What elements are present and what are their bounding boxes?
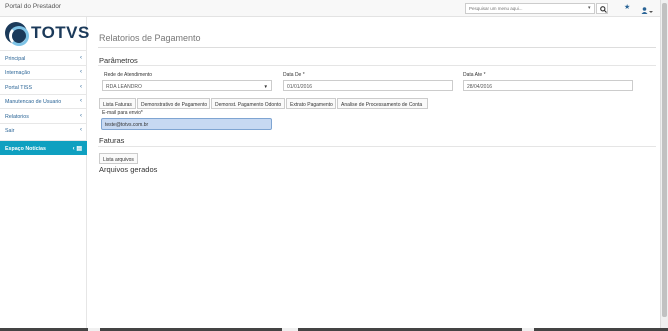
tab-lista-faturas[interactable]: Lista Faturas	[99, 98, 136, 109]
tab-demonstrativo-pagamento[interactable]: Demonstrativo de Pagamento	[137, 98, 210, 109]
faturas-heading: Faturas	[99, 136, 125, 145]
sidebar-menu: Principal ‹ Internação ‹ Portal TISS ‹ M…	[0, 50, 87, 155]
scrollbar[interactable]	[660, 0, 668, 328]
arquivos-heading: Arquivos gerados	[99, 165, 158, 174]
chevron-left-icon: ‹	[80, 112, 82, 119]
logo-text: TOTVS	[31, 23, 90, 42]
divider	[98, 47, 656, 48]
totvs-logo-icon	[5, 22, 29, 46]
chevron-down-icon: ▼	[263, 83, 268, 89]
params-heading: Parâmetros	[99, 56, 138, 65]
sidebar-item-principal[interactable]: Principal ‹	[0, 50, 87, 65]
sidebar-item-sair[interactable]: Sair ‹	[0, 122, 87, 138]
tab-analise-processamento[interactable]: Analise de Processamento de Conta	[337, 98, 428, 109]
chevron-left-icon: ‹	[80, 54, 82, 61]
search-button[interactable]	[596, 3, 608, 14]
sidebar-item-label: Espaço Notícias	[5, 145, 46, 152]
email-field[interactable]: teste@totvs.com.br	[101, 118, 272, 130]
app-title: Portal do Prestador	[5, 3, 62, 10]
chevron-down-icon[interactable]: ▾	[588, 5, 591, 11]
sidebar-item-manutencao-usuario[interactable]: Manutencao de Usuario ‹	[0, 93, 87, 109]
user-icon	[641, 7, 653, 14]
data-ate-field[interactable]: 28/04/2016	[463, 80, 633, 91]
sidebar-item-espaco-noticias[interactable]: Espaço Notícias ‹ ▤	[0, 140, 87, 155]
sidebar-item-label: Portal TISS	[5, 84, 32, 91]
star-icon[interactable]: ★	[624, 3, 630, 11]
top-bar: Portal do Prestador ▾ ★	[0, 0, 660, 17]
email-label: E-mail para envio*	[102, 110, 143, 116]
sidebar-item-label: Relatorios	[5, 113, 29, 120]
sidebar-item-relatorios[interactable]: Relatorios ‹	[0, 108, 87, 123]
lista-arquivos-button[interactable]: Lista arquivos	[99, 153, 138, 164]
data-de-label: Data De *	[283, 72, 305, 78]
user-menu-button[interactable]	[641, 3, 653, 14]
tab-extrato-pagamento[interactable]: Extrato Pagamento	[286, 98, 336, 109]
rede-label: Rede de Atendimento	[104, 72, 153, 78]
chevron-left-icon: ‹	[80, 83, 82, 90]
divider	[98, 65, 656, 66]
data-de-field[interactable]: 01/01/2016	[283, 80, 453, 91]
sidebar: TOTVS Principal ‹ Internação ‹ Portal TI…	[0, 17, 89, 331]
chevron-left-icon: ‹	[80, 69, 82, 75]
chevron-left-icon: ‹	[80, 127, 82, 133]
sidebar-item-label: Principal	[5, 55, 26, 62]
sidebar-item-label: Manutencao de Usuario	[5, 99, 62, 105]
search-icon	[599, 5, 607, 13]
search-input[interactable]	[465, 3, 595, 14]
main-content: Relatorios de Pagamento Parâmetros Rede …	[88, 17, 660, 331]
page-title: Relatorios de Pagamento	[99, 33, 201, 43]
data-de-value: 01/01/2016	[287, 83, 313, 90]
sidebar-item-internacao[interactable]: Internação ‹	[0, 64, 87, 80]
sidebar-item-label: Internação	[5, 70, 31, 76]
chevron-left-icon: ‹	[80, 98, 82, 104]
tab-demonst-pagamento-odonto[interactable]: Demonst. Pagamento Odonto	[211, 98, 285, 109]
data-ate-label: Data Ate *	[463, 72, 486, 78]
totvs-logo: TOTVS	[5, 22, 89, 46]
rede-value: RDA LEANDRO	[106, 83, 142, 90]
sidebar-item-label: Sair	[5, 128, 15, 134]
data-ate-value: 28/04/2016	[467, 83, 493, 90]
news-icon: ‹ ▤	[72, 145, 82, 152]
rede-select[interactable]: RDA LEANDRO ▼	[102, 80, 272, 91]
sidebar-item-portal-tiss[interactable]: Portal TISS ‹	[0, 79, 87, 94]
email-value: teste@totvs.com.br	[105, 122, 149, 128]
scroll-thumb[interactable]	[662, 3, 667, 317]
divider	[98, 146, 656, 147]
